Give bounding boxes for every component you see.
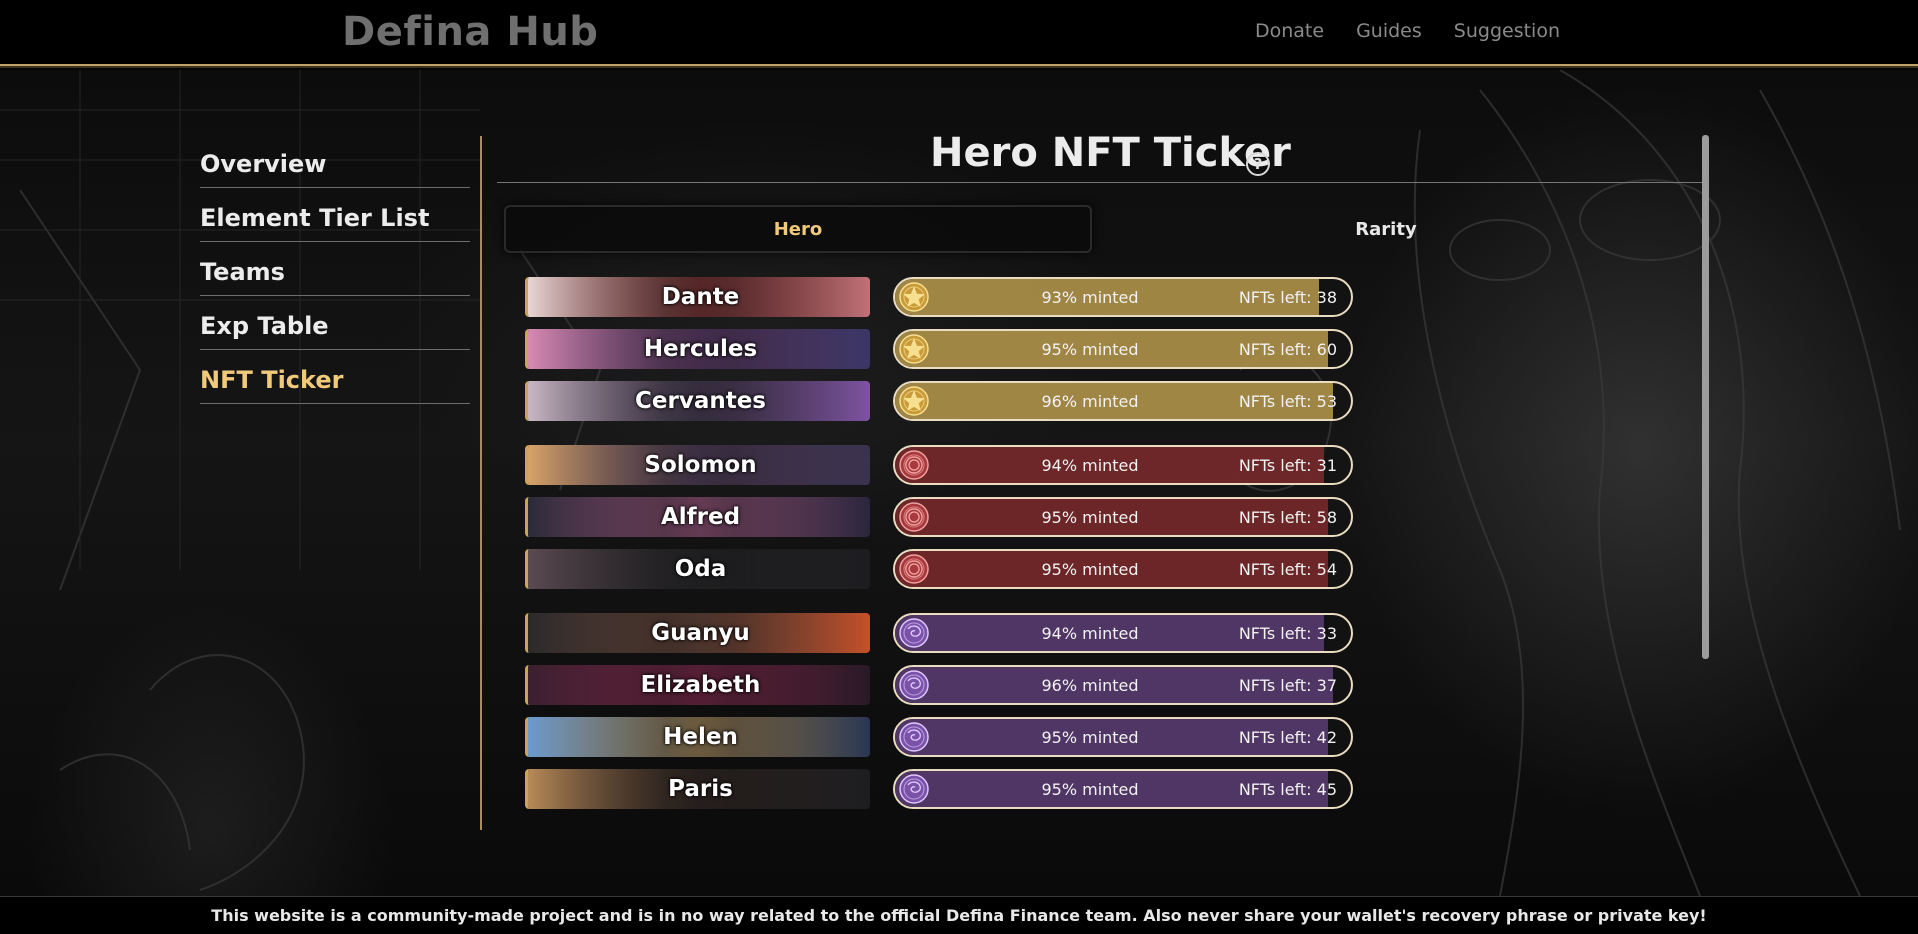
minted-percent-label: 95% minted bbox=[1041, 507, 1139, 527]
minted-percent-label: 95% minted bbox=[1041, 727, 1139, 747]
minted-progress-bar: 94% minted NFTs left: 33 bbox=[893, 613, 1353, 653]
minted-percent-label: 96% minted bbox=[1041, 391, 1139, 411]
tab-hero[interactable]: Hero bbox=[504, 205, 1092, 253]
nfts-left-label: NFTs left: 31 bbox=[1238, 455, 1337, 475]
hero-card[interactable]: Paris bbox=[525, 769, 870, 809]
nfts-left-label: NFTs left: 54 bbox=[1238, 559, 1337, 579]
minted-progress-bar: 93% minted NFTs left: 38 bbox=[893, 277, 1353, 317]
hero-name: Elizabeth bbox=[640, 672, 761, 698]
sidebar-item-teams[interactable]: Teams bbox=[200, 242, 470, 296]
hero-row: Cervantes 96% minted NFTs left: 53 bbox=[525, 381, 1353, 421]
question-circle-icon[interactable]: ? bbox=[1246, 152, 1270, 176]
minted-percent-label: 95% minted bbox=[1041, 779, 1139, 799]
minted-progress-bar: 96% minted NFTs left: 37 bbox=[893, 665, 1353, 705]
minted-percent-label: 94% minted bbox=[1041, 623, 1139, 643]
nfts-left-label: NFTs left: 53 bbox=[1238, 391, 1337, 411]
hero-name: Oda bbox=[674, 556, 727, 582]
minted-percent-label: 95% minted bbox=[1041, 559, 1139, 579]
hero-card[interactable]: Helen bbox=[525, 717, 870, 757]
sidebar-item-overview[interactable]: Overview bbox=[200, 134, 470, 188]
minted-progress-bar: 95% minted NFTs left: 58 bbox=[893, 497, 1353, 537]
hero-row: Solomon 94% minted NFTs left: 31 bbox=[525, 445, 1353, 485]
nfts-left-label: NFTs left: 37 bbox=[1238, 675, 1337, 695]
hero-card[interactable]: Guanyu bbox=[525, 613, 870, 653]
hero-name: Solomon bbox=[644, 452, 757, 478]
hero-name: Guanyu bbox=[651, 620, 750, 646]
title-divider bbox=[497, 182, 1702, 183]
hero-name: Alfred bbox=[660, 504, 741, 530]
minted-progress-bar: 95% minted NFTs left: 54 bbox=[893, 549, 1353, 589]
tab-rarity[interactable]: Rarity bbox=[1092, 205, 1680, 253]
hero-card[interactable]: Elizabeth bbox=[525, 665, 870, 705]
nav-suggestion[interactable]: Suggestion bbox=[1454, 20, 1560, 42]
hero-card[interactable]: Hercules bbox=[525, 329, 870, 369]
nav-links: Donate Guides Suggestion bbox=[1255, 20, 1560, 42]
nav-guides[interactable]: Guides bbox=[1356, 20, 1422, 42]
nfts-left-label: NFTs left: 45 bbox=[1238, 779, 1337, 799]
minted-progress-bar: 95% minted NFTs left: 45 bbox=[893, 769, 1353, 809]
hero-row: Guanyu 94% minted NFTs left: 33 bbox=[525, 613, 1353, 653]
sidebar-item-exp-table[interactable]: Exp Table bbox=[200, 296, 470, 350]
sidebar-item-element-tier-list[interactable]: Element Tier List bbox=[200, 188, 470, 242]
scrollbar[interactable] bbox=[1702, 135, 1709, 659]
hero-card[interactable]: Oda bbox=[525, 549, 870, 589]
sidebar-divider bbox=[480, 136, 482, 830]
hero-card[interactable]: Alfred bbox=[525, 497, 870, 537]
nfts-left-label: NFTs left: 33 bbox=[1238, 623, 1337, 643]
nfts-left-label: NFTs left: 38 bbox=[1238, 287, 1337, 307]
hero-row: Elizabeth 96% minted NFTs left: 37 bbox=[525, 665, 1353, 705]
hero-card[interactable]: Dante bbox=[525, 277, 870, 317]
minted-percent-label: 96% minted bbox=[1041, 675, 1139, 695]
sidebar-item-nft-ticker[interactable]: NFT Ticker bbox=[200, 350, 470, 404]
hero-name: Helen bbox=[663, 724, 738, 750]
minted-percent-label: 94% minted bbox=[1041, 455, 1139, 475]
minted-progress-bar: 95% minted NFTs left: 42 bbox=[893, 717, 1353, 757]
hero-name: Dante bbox=[661, 284, 740, 310]
minted-percent-label: 95% minted bbox=[1041, 339, 1139, 359]
minted-percent-label: 93% minted bbox=[1041, 287, 1139, 307]
hero-name: Cervantes bbox=[635, 388, 766, 414]
footer-disclaimer: This website is a community-made project… bbox=[0, 896, 1918, 934]
nav-donate[interactable]: Donate bbox=[1255, 20, 1324, 42]
brand-logo[interactable]: Defina Hub bbox=[342, 9, 598, 55]
minted-progress-bar: 95% minted NFTs left: 60 bbox=[893, 329, 1353, 369]
minted-progress-bar: 96% minted NFTs left: 53 bbox=[893, 381, 1353, 421]
hero-row: Oda 95% minted NFTs left: 54 bbox=[525, 549, 1353, 589]
nfts-left-label: NFTs left: 60 bbox=[1238, 339, 1337, 359]
nfts-left-label: NFTs left: 42 bbox=[1238, 727, 1337, 747]
page-title: Hero NFT Ticker bbox=[930, 130, 1291, 176]
hero-row: Dante 93% minted NFTs left: 38 bbox=[525, 277, 1353, 317]
hero-name: Hercules bbox=[643, 336, 758, 362]
hero-card[interactable]: Cervantes bbox=[525, 381, 870, 421]
hero-row: Hercules 95% minted NFTs left: 60 bbox=[525, 329, 1353, 369]
top-navbar: Defina Hub Donate Guides Suggestion bbox=[0, 0, 1918, 66]
hero-name: Paris bbox=[668, 776, 733, 802]
sidebar-menu: Overview Element Tier List Teams Exp Tab… bbox=[200, 134, 470, 404]
hero-card[interactable]: Solomon bbox=[525, 445, 870, 485]
nfts-left-label: NFTs left: 58 bbox=[1238, 507, 1337, 527]
hero-row: Alfred 95% minted NFTs left: 58 bbox=[525, 497, 1353, 537]
hero-row: Helen 95% minted NFTs left: 42 bbox=[525, 717, 1353, 757]
minted-progress-bar: 94% minted NFTs left: 31 bbox=[893, 445, 1353, 485]
hero-row: Paris 95% minted NFTs left: 45 bbox=[525, 769, 1353, 809]
